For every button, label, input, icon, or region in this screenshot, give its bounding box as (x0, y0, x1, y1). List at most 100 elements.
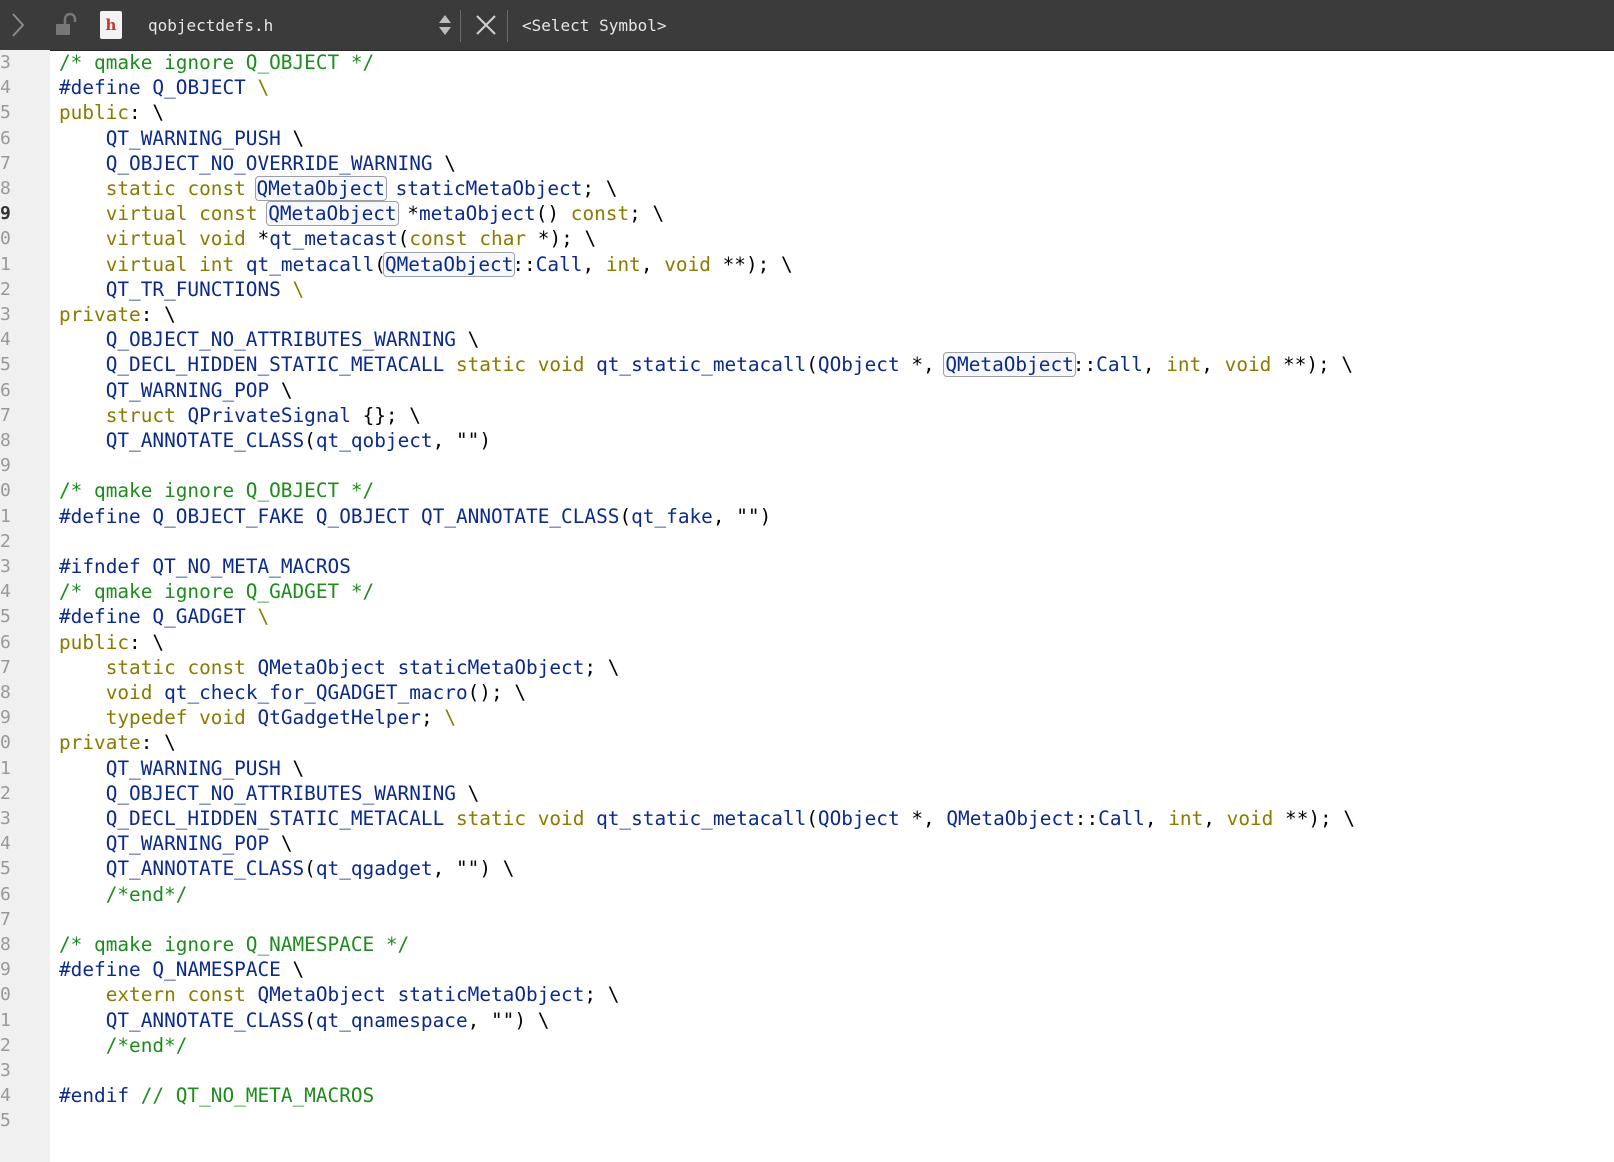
code-editor[interactable]: 3 /* qmake ignore Q_OBJECT */ 4 #define Q_O… (0, 50, 1614, 1162)
code-text: public: \ (59, 630, 165, 654)
code-line[interactable]: 0 extern const QMetaObject staticMetaObj… (0, 982, 1614, 1008)
code-line[interactable]: 0 /* qmake ignore Q_OBJECT */ (0, 478, 1614, 504)
code-line[interactable]: 6 /*end*/ (0, 882, 1614, 908)
line-number: 5 (0, 858, 11, 880)
file-type-icon: h (98, 0, 124, 50)
line-number: 1 (0, 253, 11, 275)
code-line[interactable]: 3 private: \ (0, 302, 1614, 328)
code-line[interactable]: 9 #define Q_NAMESPACE \ (0, 957, 1614, 983)
line-number: 2 (0, 1034, 11, 1056)
code-line[interactable]: 2 QT_TR_FUNCTIONS \ (0, 277, 1614, 303)
code-line[interactable]: 5 Q_DECL_HIDDEN_STATIC_METACALL static v… (0, 352, 1614, 378)
code-text: Q_DECL_HIDDEN_STATIC_METACALL static voi… (105, 352, 1354, 378)
line-number: 7 (0, 404, 11, 426)
code-text: virtual int qt_metacall(QMetaObject::Cal… (105, 251, 793, 277)
line-number: 0 (0, 984, 11, 1006)
code-line[interactable]: 9 (0, 453, 1614, 479)
editor-toolbar: h qobjectdefs.h <Select Symbol> (0, 0, 1614, 51)
line-number: 7 (0, 908, 11, 930)
toolbar-divider (460, 10, 461, 42)
code-line[interactable]: 7 Q_OBJECT_NO_OVERRIDE_WARNING \ (0, 151, 1614, 177)
code-line[interactable]: 4 QT_WARNING_POP \ (0, 831, 1614, 857)
symbol-selector[interactable]: <Select Symbol> (522, 0, 667, 50)
code-text: Q_OBJECT_NO_OVERRIDE_WARNING \ (105, 151, 456, 175)
code-line[interactable]: 4 /* qmake ignore Q_GADGET */ (0, 579, 1614, 605)
code-text: QT_ANNOTATE_CLASS(qt_qgadget, "") \ (105, 857, 515, 881)
code-line[interactable]: 8 void qt_check_for_QGADGET_macro(); \ (0, 680, 1614, 706)
chevron-right-icon[interactable] (6, 0, 30, 50)
code-line[interactable]: 2 Q_OBJECT_NO_ATTRIBUTES_WARNING \ (0, 781, 1614, 807)
line-number: 4 (0, 329, 11, 351)
line-number: 9 (0, 203, 11, 225)
code-line[interactable]: 3 /* qmake ignore Q_OBJECT */ (0, 50, 1614, 76)
line-number: 6 (0, 127, 11, 149)
code-line[interactable]: 7 struct QPrivateSignal {}; \ (0, 403, 1614, 429)
code-line[interactable]: 8 static const QMetaObject staticMetaObj… (0, 176, 1614, 202)
line-number: 6 (0, 883, 11, 905)
code-line[interactable]: 5 QT_ANNOTATE_CLASS(qt_qgadget, "") \ (0, 856, 1614, 882)
line-number: 5 (0, 1110, 11, 1132)
code-line[interactable]: 0 private: \ (0, 730, 1614, 756)
code-line[interactable]: 4 Q_OBJECT_NO_ATTRIBUTES_WARNING \ (0, 327, 1614, 353)
line-number: 9 (0, 959, 11, 981)
code-text: QT_WARNING_POP \ (105, 378, 293, 402)
up-down-arrows-icon[interactable] (434, 0, 456, 50)
code-text: virtual const QMetaObject *metaObject() … (105, 201, 665, 227)
line-number: 4 (0, 1085, 11, 1107)
line-number: 7 (0, 656, 11, 678)
file-name-label[interactable]: qobjectdefs.h (148, 0, 273, 50)
code-text: Q_OBJECT_NO_ATTRIBUTES_WARNING \ (105, 781, 480, 805)
code-line[interactable]: 0 virtual void *qt_metacast(const char *… (0, 226, 1614, 252)
code-text: private: \ (59, 731, 176, 755)
close-icon[interactable] (472, 0, 500, 50)
line-number: 4 (0, 77, 11, 99)
code-line[interactable]: 4 #define Q_OBJECT \ (0, 75, 1614, 101)
code-line[interactable]: 3 (0, 1058, 1614, 1084)
code-line[interactable]: 1 #define Q_OBJECT_FAKE Q_OBJECT QT_ANNOT… (0, 504, 1614, 530)
code-line[interactable]: 1 QT_ANNOTATE_CLASS(qt_qnamespace, "") \ (0, 1008, 1614, 1034)
code-text: #define Q_OBJECT \ (59, 76, 270, 100)
code-line[interactable]: 6 QT_WARNING_PUSH \ (0, 126, 1614, 152)
line-number: 3 (0, 304, 11, 325)
code-line[interactable]: 3 Q_DECL_HIDDEN_STATIC_METACALL static v… (0, 806, 1614, 832)
code-line[interactable]: 2 (0, 529, 1614, 555)
line-number: 3 (0, 556, 11, 577)
code-line[interactable]: 9 virtual const QMetaObject *metaObject(… (0, 201, 1614, 227)
line-number: 1 (0, 505, 11, 527)
code-text: QT_WARNING_POP \ (105, 832, 293, 856)
code-line[interactable]: 5 public: \ (0, 100, 1614, 126)
code-text: /* qmake ignore Q_NAMESPACE */ (59, 933, 410, 956)
code-text: #define Q_OBJECT_FAKE Q_OBJECT QT_ANNOTA… (59, 504, 772, 528)
code-text: QT_ANNOTATE_CLASS(qt_qnamespace, "") \ (105, 1008, 550, 1032)
line-number: 7 (0, 152, 11, 174)
code-line[interactable]: 6 public: \ (0, 630, 1614, 656)
code-line[interactable]: 1 QT_WARNING_PUSH \ (0, 756, 1614, 782)
code-text: #ifndef QT_NO_META_MACROS (59, 555, 351, 578)
line-number: 8 (0, 178, 11, 199)
code-line[interactable]: 7 (0, 907, 1614, 933)
code-text: #define Q_GADGET \ (59, 605, 270, 629)
code-line[interactable]: 3 #ifndef QT_NO_META_MACROS (0, 554, 1614, 580)
line-number: 1 (0, 1009, 11, 1031)
code-text: #define Q_NAMESPACE \ (59, 958, 305, 982)
code-line[interactable]: 8 /* qmake ignore Q_NAMESPACE */ (0, 932, 1614, 958)
line-number: 5 (0, 606, 11, 628)
line-number: 4 (0, 581, 11, 603)
line-number: 9 (0, 707, 11, 729)
code-line[interactable]: 7 static const QMetaObject staticMetaObj… (0, 655, 1614, 681)
code-text: Q_OBJECT_NO_ATTRIBUTES_WARNING \ (105, 328, 480, 352)
code-line[interactable]: 6 QT_WARNING_POP \ (0, 378, 1614, 404)
code-line[interactable]: 9 typedef void QtGadgetHelper; \ (0, 705, 1614, 731)
lock-icon[interactable] (52, 0, 80, 50)
code-text: /*end*/ (59, 882, 188, 906)
line-number: 2 (0, 530, 11, 552)
code-line[interactable]: 4 #endif // QT_NO_META_MACROS (0, 1083, 1614, 1109)
code-line[interactable]: 8 QT_ANNOTATE_CLASS(qt_qobject, "") (0, 428, 1614, 454)
code-text: virtual void *qt_metacast(const char *);… (105, 227, 597, 251)
line-number: 0 (0, 228, 11, 250)
code-line[interactable]: 2 /*end*/ (0, 1033, 1614, 1059)
line-number: 3 (0, 808, 11, 829)
code-line[interactable]: 5 #define Q_GADGET \ (0, 604, 1614, 630)
code-line[interactable]: 5 (0, 1108, 1614, 1134)
code-line[interactable]: 1 virtual int qt_metacall(QMetaObject::C… (0, 251, 1614, 278)
